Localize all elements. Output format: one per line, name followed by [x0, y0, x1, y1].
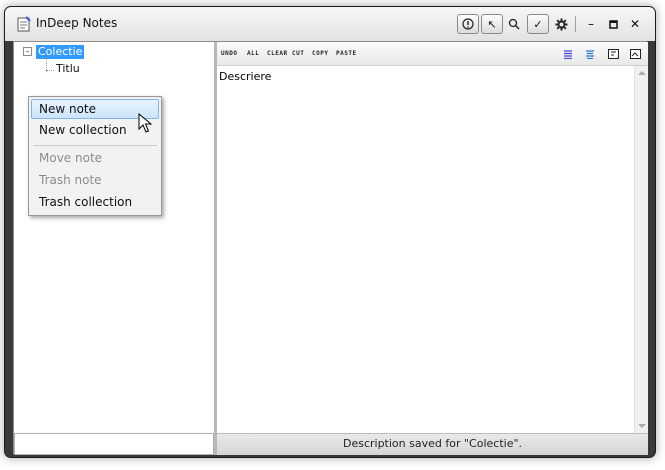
pointer-icon: ↖ [487, 17, 497, 31]
image-box-button[interactable] [628, 47, 642, 61]
menu-item-trash-collection[interactable]: Trash collection [31, 193, 159, 213]
scroll-up-icon[interactable] [638, 71, 646, 75]
minimize-icon: – [588, 17, 594, 31]
info-button[interactable] [457, 14, 479, 34]
editor-toolbar: UNDO ALL CLEAR CUT COPY PASTE [217, 42, 648, 66]
editor-scrollbar[interactable] [634, 66, 648, 433]
window-title: InDeep Notes [36, 16, 118, 30]
text-box-icon [607, 49, 619, 59]
tree-item-colectie[interactable]: Colectie [36, 45, 85, 59]
scroll-down-icon[interactable] [638, 424, 646, 428]
pointer-button[interactable]: ↖ [481, 14, 503, 34]
menu-item-trash-note: Trash note [39, 173, 102, 187]
status-bar: Description saved for "Colectie". [217, 433, 648, 455]
cut-button[interactable]: CUT [292, 50, 304, 57]
check-icon: ✓ [533, 17, 543, 31]
select-all-button[interactable]: ALL [247, 50, 259, 57]
editor-pane: UNDO ALL CLEAR CUT COPY PASTE Descriere [217, 42, 648, 433]
note-editor[interactable]: Descriere [217, 66, 634, 433]
close-button[interactable]: ✕ [625, 14, 645, 34]
align-left-icon [564, 49, 572, 59]
confirm-button[interactable]: ✓ [527, 14, 549, 34]
mouse-cursor-icon [138, 113, 153, 133]
undo-button[interactable]: UNDO [221, 50, 237, 57]
settings-button[interactable] [551, 14, 571, 34]
title-separator [575, 16, 576, 32]
paste-button[interactable]: PASTE [336, 50, 357, 57]
notepad-icon [17, 16, 31, 32]
tree-connector [46, 70, 54, 71]
menu-item-move-note: Move note [39, 151, 103, 165]
tree-filter-input[interactable] [14, 433, 214, 455]
align-center-button[interactable] [583, 47, 597, 61]
menu-separator [33, 145, 157, 146]
search-icon [508, 18, 520, 30]
title-bar[interactable]: InDeep Notes ↖ ✓ – ✕ [5, 7, 655, 41]
close-icon: ✕ [629, 17, 641, 31]
copy-button[interactable]: COPY [312, 50, 328, 57]
align-left-button[interactable] [561, 47, 575, 61]
app-window: InDeep Notes ↖ ✓ – ✕ – Colectie Titlu UN… [4, 6, 656, 458]
search-button[interactable] [504, 14, 524, 34]
minimize-button[interactable]: – [581, 14, 601, 34]
text-box-button[interactable] [606, 47, 620, 61]
info-icon [462, 18, 474, 30]
image-box-icon [629, 49, 641, 59]
collapse-icon[interactable]: – [23, 47, 32, 56]
align-center-icon [586, 49, 594, 59]
gear-icon [555, 18, 567, 30]
maximize-icon [608, 19, 618, 29]
maximize-button[interactable] [603, 14, 623, 34]
clear-button[interactable]: CLEAR [267, 50, 288, 57]
tree-item-titlu[interactable]: Titlu [56, 62, 80, 76]
